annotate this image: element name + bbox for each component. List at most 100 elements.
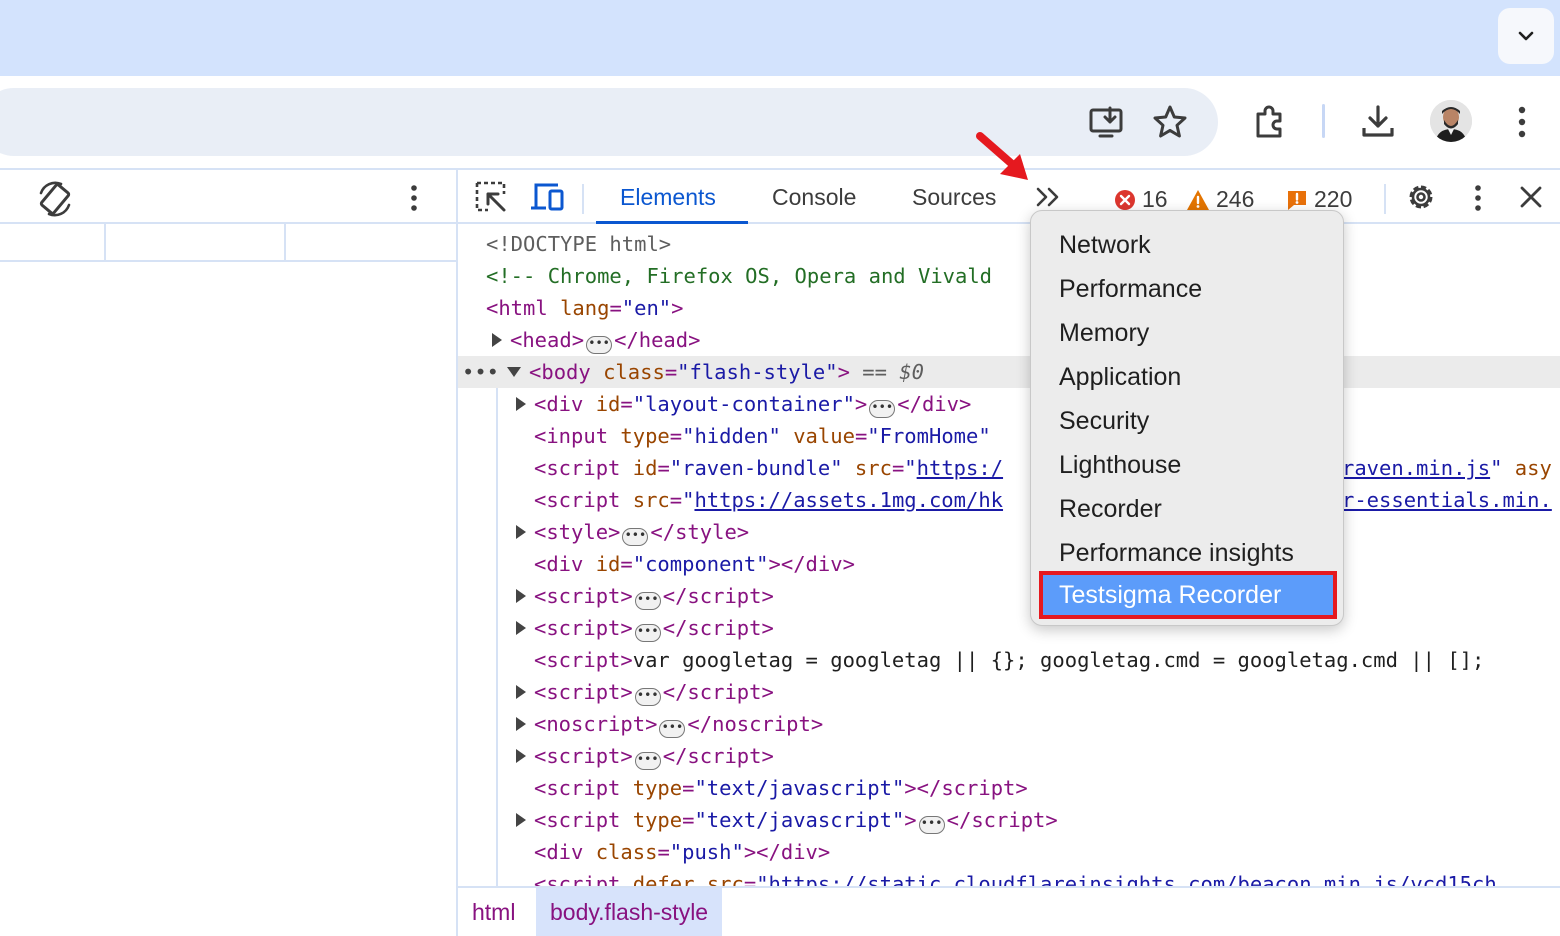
script-link[interactable]: https://static.cloudflareinsights.com/be… <box>769 872 1497 886</box>
dom-node[interactable]: <script> ••• </script> <box>458 740 1560 772</box>
dom-node[interactable]: <noscript> ••• </noscript> <box>458 708 1560 740</box>
settings-button[interactable] <box>1404 180 1438 214</box>
menu-item-network[interactable]: Network <box>1059 223 1151 267</box>
kebab-icon <box>1518 106 1526 138</box>
bookmark-button[interactable] <box>1146 98 1194 146</box>
star-icon <box>1153 105 1187 138</box>
dom-node[interactable]: <script defer src="https://static.cloudf… <box>458 868 1560 886</box>
expand-triangle[interactable] <box>516 717 526 731</box>
ellipsis-button[interactable]: ••• <box>586 336 613 354</box>
tab-search-button[interactable] <box>1498 8 1554 64</box>
script-link[interactable]: https://assets.1mg.com/hk <box>694 488 1003 512</box>
warning-count[interactable]: 246 <box>1186 186 1254 213</box>
dom-node[interactable]: <script type="text/javascript"></script> <box>458 772 1560 804</box>
devtools-panel: Elements Console Sources 16 246 220 <!DO… <box>458 168 1560 936</box>
extensions-button[interactable] <box>1246 98 1294 146</box>
device-toolbar <box>0 168 456 224</box>
devtools-menu-button[interactable] <box>1468 182 1488 214</box>
annotation-arrow <box>972 128 1036 191</box>
ellipsis-button[interactable]: ••• <box>634 592 661 610</box>
menu-item-label: Testsigma Recorder <box>1059 581 1282 609</box>
ellipsis-button[interactable]: ••• <box>634 688 661 706</box>
inspect-element-button[interactable] <box>474 180 508 214</box>
dom-node-selected[interactable]: ••• <body class="flash-style"> == $0 <box>458 356 1560 388</box>
expand-triangle[interactable] <box>516 397 526 411</box>
dom-node[interactable]: <!DOCTYPE html> <box>458 228 1560 260</box>
script-link[interactable]: raven.min.js <box>1342 456 1490 480</box>
red-arrow-icon <box>976 132 1028 180</box>
ellipsis-button[interactable]: ••• <box>869 400 896 418</box>
menu-item-security[interactable]: Security <box>1059 399 1149 443</box>
avatar-photo <box>1430 100 1472 142</box>
issue-icon <box>1288 190 1306 210</box>
dom-tree: <!DOCTYPE html> <!-- Chrome, Firefox OS,… <box>458 224 1560 886</box>
breadcrumb-body[interactable]: body.flash-style <box>536 888 723 936</box>
script-link[interactable]: r-essentials.min. <box>1342 488 1552 512</box>
downloads-button[interactable] <box>1354 98 1402 146</box>
issue-count[interactable]: 220 <box>1286 186 1352 213</box>
expand-triangle[interactable] <box>492 333 502 347</box>
expand-triangle[interactable] <box>516 589 526 603</box>
breadcrumb-html[interactable]: html <box>458 888 529 936</box>
dom-node[interactable]: <div class="push"></div> <box>458 836 1560 868</box>
tab-elements[interactable]: Elements <box>620 184 716 211</box>
double-chevron-icon <box>1036 187 1059 207</box>
warning-count-value: 246 <box>1216 186 1255 212</box>
menu-item-performance[interactable]: Performance <box>1059 267 1202 311</box>
ellipsis-button[interactable]: ••• <box>659 720 686 738</box>
menu-item-memory[interactable]: Memory <box>1059 311 1149 355</box>
dom-node[interactable]: <script id="raven-bundle" src="https:/ra… <box>458 452 1560 484</box>
ellipsis-button[interactable]: ••• <box>634 624 661 642</box>
menu-item-testsigma-recorder[interactable]: Testsigma Recorder <box>1039 571 1337 619</box>
inline-script: var googletag = googletag || {}; googlet… <box>632 648 1485 672</box>
more-tabs-button[interactable] <box>1032 180 1066 214</box>
browser-menu-button[interactable] <box>1498 98 1546 146</box>
dom-node[interactable]: <script type="text/javascript"> ••• </scri… <box>458 804 1560 836</box>
expand-triangle[interactable] <box>516 525 526 539</box>
doctype: <!DOCTYPE html> <box>486 232 672 256</box>
ellipsis-button[interactable]: ••• <box>918 816 945 834</box>
device-toolbar-button[interactable] <box>530 180 566 214</box>
breadcrumb: html body.flash-style <box>458 886 1560 936</box>
device-toolbar-icon <box>531 183 564 211</box>
dom-node[interactable]: <script> ••• </script> <box>458 676 1560 708</box>
expand-triangle[interactable] <box>516 749 526 763</box>
toolbar-separator <box>1384 184 1386 214</box>
dom-node[interactable]: <div id="layout-container"> ••• </div> <box>458 388 1560 420</box>
dom-node[interactable]: <input type="hidden" value="FromHome" <box>458 420 1560 452</box>
close-icon <box>1520 186 1542 208</box>
tab-strip <box>0 0 1560 76</box>
menu-item-recorder[interactable]: Recorder <box>1059 487 1162 531</box>
dom-node[interactable]: <div id="component"></div> <box>458 548 1560 580</box>
menu-item-application[interactable]: Application <box>1059 355 1181 399</box>
profile-avatar[interactable] <box>1430 100 1472 142</box>
dom-node[interactable]: <script src="https://assets.1mg.com/hk r-… <box>458 484 1560 516</box>
device-options-button[interactable] <box>404 182 424 214</box>
tab-console[interactable]: Console <box>772 184 856 211</box>
expand-triangle[interactable] <box>516 685 526 699</box>
expand-triangle[interactable] <box>516 813 526 827</box>
install-app-button[interactable] <box>1082 98 1130 146</box>
ellipsis-button[interactable]: ••• <box>634 752 661 770</box>
column-divider <box>284 224 286 262</box>
dom-node[interactable]: <html lang="en"> <box>458 292 1560 324</box>
collapse-triangle[interactable] <box>507 367 522 377</box>
dom-node[interactable]: <style> ••• </style> <box>458 516 1560 548</box>
dom-node[interactable]: <script> ••• </script> <box>458 580 1560 612</box>
expand-triangle[interactable] <box>516 621 526 635</box>
rotate-button[interactable] <box>34 178 76 220</box>
dom-node[interactable]: <!-- Chrome, Firefox OS, Opera and Vival… <box>458 260 1560 292</box>
dom-node[interactable]: <script> ••• </script> <box>458 612 1560 644</box>
ellipsis-button[interactable]: ••• <box>622 528 649 546</box>
script-link[interactable]: https:/ <box>917 456 1003 480</box>
dom-node[interactable]: <script>var googletag = googletag || {};… <box>458 644 1560 676</box>
close-devtools-button[interactable] <box>1516 182 1546 212</box>
menu-item-lighthouse[interactable]: Lighthouse <box>1059 443 1181 487</box>
issue-count-value: 220 <box>1314 186 1353 212</box>
selected-marker: == $0 <box>862 360 925 384</box>
error-count[interactable]: 16 <box>1114 186 1168 213</box>
column-divider <box>104 224 106 262</box>
dom-node[interactable]: <head> ••• </head> <box>458 324 1560 356</box>
download-icon <box>1362 105 1394 137</box>
menu-item-performance-insights[interactable]: Performance insights <box>1059 531 1294 575</box>
